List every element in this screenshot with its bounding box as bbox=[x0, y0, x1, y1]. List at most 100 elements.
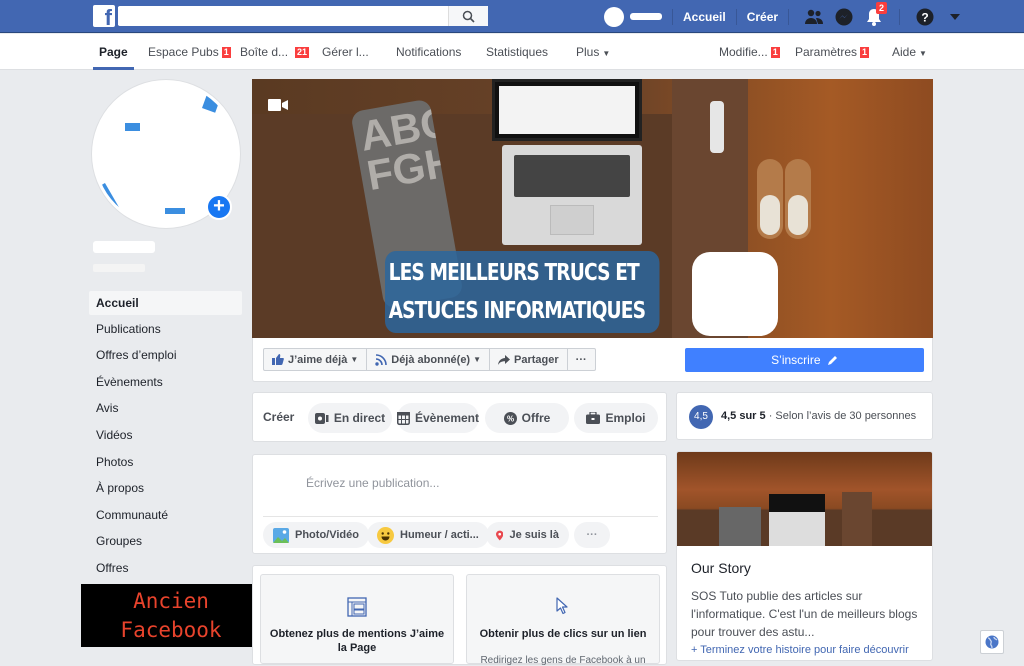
smiley-icon bbox=[377, 526, 394, 544]
page-action-bar: J’aime déjà ▼ Déjà abonné(e) ▼ Partager ··… bbox=[252, 338, 933, 382]
tab-label: Plus bbox=[576, 45, 600, 59]
feeling-activity-label: Humeur / acti... bbox=[400, 529, 479, 541]
account-menu-button[interactable] bbox=[945, 7, 965, 27]
page-layout-icon bbox=[347, 597, 367, 617]
globe-icon bbox=[985, 635, 999, 649]
tab-label: Espace Pubs bbox=[148, 45, 219, 59]
tab-more[interactable]: Plus ▼ bbox=[576, 34, 610, 70]
more-options-button[interactable]: ··· bbox=[568, 349, 595, 370]
photo-video-button[interactable]: Photo/Vidéo bbox=[263, 522, 369, 548]
create-label: Créer bbox=[263, 410, 295, 424]
tab-manage[interactable]: Gérer l... bbox=[322, 34, 369, 70]
sidebar-item-offers[interactable]: Offres bbox=[89, 557, 242, 584]
composer-more-button[interactable]: ··· bbox=[574, 522, 610, 548]
check-in-label: Je suis là bbox=[509, 529, 559, 541]
tab-badge: 1 bbox=[860, 47, 870, 58]
thumbs-up-icon bbox=[272, 354, 284, 365]
sidebar-item-jobs[interactable]: Offres d’emploi bbox=[89, 344, 242, 371]
cover-laptop-screen bbox=[492, 79, 642, 141]
page-rating-card[interactable]: 4,5 4,5 sur 5 · Selon l’avis de 30 perso… bbox=[676, 392, 933, 440]
tab-badge: 21 bbox=[295, 47, 310, 58]
rating-value: 4,5 sur 5 bbox=[721, 410, 766, 422]
liked-button[interactable]: J’aime déjà ▼ bbox=[264, 349, 368, 370]
event-label: Évènement bbox=[414, 411, 479, 425]
share-button[interactable]: Partager bbox=[490, 349, 568, 370]
banner-line-1: LES MEILLEURS TRUCS ET bbox=[388, 260, 640, 286]
notifications-button[interactable]: 2 bbox=[864, 1, 888, 27]
tab-label: Page bbox=[99, 45, 128, 59]
cover-logo-redacted bbox=[692, 252, 778, 336]
live-video-icon bbox=[314, 412, 329, 424]
sidebar-item-videos[interactable]: Vidéos bbox=[89, 424, 242, 451]
page-subnav: Page Espace Pubs 1 Boîte d... 21 Gérer l..… bbox=[0, 34, 1024, 70]
more-dots-icon: ··· bbox=[575, 353, 587, 366]
offer-button[interactable]: % Offre bbox=[485, 403, 569, 433]
tab-notifications[interactable]: Notifications bbox=[396, 34, 461, 70]
event-button[interactable]: Évènement bbox=[397, 403, 479, 433]
story-title: Our Story bbox=[691, 560, 751, 576]
following-button[interactable]: Déjà abonné(e) ▼ bbox=[367, 349, 491, 370]
share-label: Partager bbox=[514, 353, 559, 366]
user-name-redacted[interactable] bbox=[630, 13, 662, 20]
user-avatar[interactable] bbox=[604, 6, 624, 27]
home-link[interactable]: Accueil bbox=[683, 10, 726, 24]
composer-input[interactable]: Écrivez une publication... bbox=[306, 476, 439, 490]
facebook-logo[interactable]: f bbox=[93, 5, 115, 27]
our-story-card[interactable]: Our Story SOS Tuto publie des articles s… bbox=[676, 451, 933, 661]
tab-settings[interactable]: Paramètres 1 bbox=[795, 34, 870, 70]
tab-edit[interactable]: Modifie... 1 bbox=[719, 34, 780, 70]
cover-laptop-body bbox=[502, 145, 642, 245]
live-video-button[interactable]: En direct bbox=[308, 403, 392, 433]
create-post-types-card: Créer En direct Évènement % Offre Emploi bbox=[252, 392, 667, 442]
sidebar-item-reviews[interactable]: Avis bbox=[89, 397, 242, 424]
rating-score-badge: 4,5 bbox=[689, 405, 713, 429]
tab-page[interactable]: Page bbox=[93, 34, 134, 70]
sidebar-item-home[interactable]: Accueil bbox=[89, 291, 242, 315]
tab-label: Aide bbox=[892, 45, 917, 59]
language-globe-button[interactable] bbox=[980, 630, 1004, 654]
sidebar-item-about[interactable]: À propos bbox=[89, 477, 242, 504]
sidebar-item-community[interactable]: Communauté bbox=[89, 504, 242, 531]
tab-help[interactable]: Aide ▼ bbox=[892, 34, 927, 70]
promotion-suggestions: Obtenez plus de mentions J’aime la Page … bbox=[252, 565, 667, 666]
tab-ads-center[interactable]: Espace Pubs 1 bbox=[148, 34, 231, 70]
offer-label: Offre bbox=[521, 411, 551, 425]
pencil-icon bbox=[827, 356, 837, 365]
rating-summary: 4,5 sur 5 · Selon l’avis de 30 personnes bbox=[721, 410, 916, 422]
live-video-label: En direct bbox=[333, 411, 386, 425]
friend-requests-button[interactable] bbox=[804, 7, 824, 27]
create-link[interactable]: Créer bbox=[747, 10, 778, 24]
update-profile-picture-button[interactable]: + bbox=[206, 194, 232, 220]
svg-text:?: ? bbox=[921, 10, 928, 24]
page-name-redacted bbox=[93, 241, 155, 253]
feeling-activity-button[interactable]: Humeur / acti... bbox=[367, 522, 489, 548]
promo-card-link-clicks[interactable]: Obtenir plus de clics sur un lien Rediri… bbox=[466, 574, 660, 666]
video-camera-icon[interactable] bbox=[268, 99, 288, 111]
job-button[interactable]: Emploi bbox=[574, 403, 658, 433]
help-button[interactable]: ? bbox=[915, 7, 935, 27]
messenger-button[interactable] bbox=[834, 7, 854, 27]
sidebar-item-events[interactable]: Évènements bbox=[89, 371, 242, 398]
search-input[interactable] bbox=[118, 7, 448, 25]
search-box bbox=[118, 6, 488, 26]
cover-photo[interactable]: ABCDE FGHIJK LES MEILLEURS TRUCS ET ASTU… bbox=[252, 79, 933, 338]
sidebar-item-groups[interactable]: Groupes bbox=[89, 530, 242, 557]
tab-insights[interactable]: Statistiques bbox=[486, 34, 548, 70]
caret-down-icon bbox=[950, 13, 961, 20]
search-button[interactable] bbox=[448, 6, 488, 26]
sidebar-item-posts[interactable]: Publications bbox=[89, 318, 242, 345]
check-in-button[interactable]: Je suis là bbox=[486, 522, 569, 548]
old-facebook-overlay-label: Ancien Facebook bbox=[81, 584, 261, 647]
share-arrow-icon bbox=[498, 354, 511, 365]
divider bbox=[788, 8, 790, 25]
sign-up-button[interactable]: S’inscrire bbox=[685, 348, 924, 372]
promo-card-page-likes[interactable]: Obtenez plus de mentions J’aime la Page bbox=[260, 574, 454, 664]
banner-line-2: ASTUCES INFORMATIQUES bbox=[388, 298, 646, 324]
tab-inbox[interactable]: Boîte d... 21 bbox=[240, 34, 310, 70]
finish-story-link[interactable]: + Terminez votre histoire pour faire déc… bbox=[691, 644, 909, 656]
calendar-icon bbox=[397, 411, 410, 425]
sidebar-item-photos[interactable]: Photos bbox=[89, 451, 242, 478]
overlay-line-1: Ancien bbox=[133, 589, 209, 613]
rss-feed-icon bbox=[375, 353, 388, 366]
tab-badge: 1 bbox=[770, 47, 780, 58]
